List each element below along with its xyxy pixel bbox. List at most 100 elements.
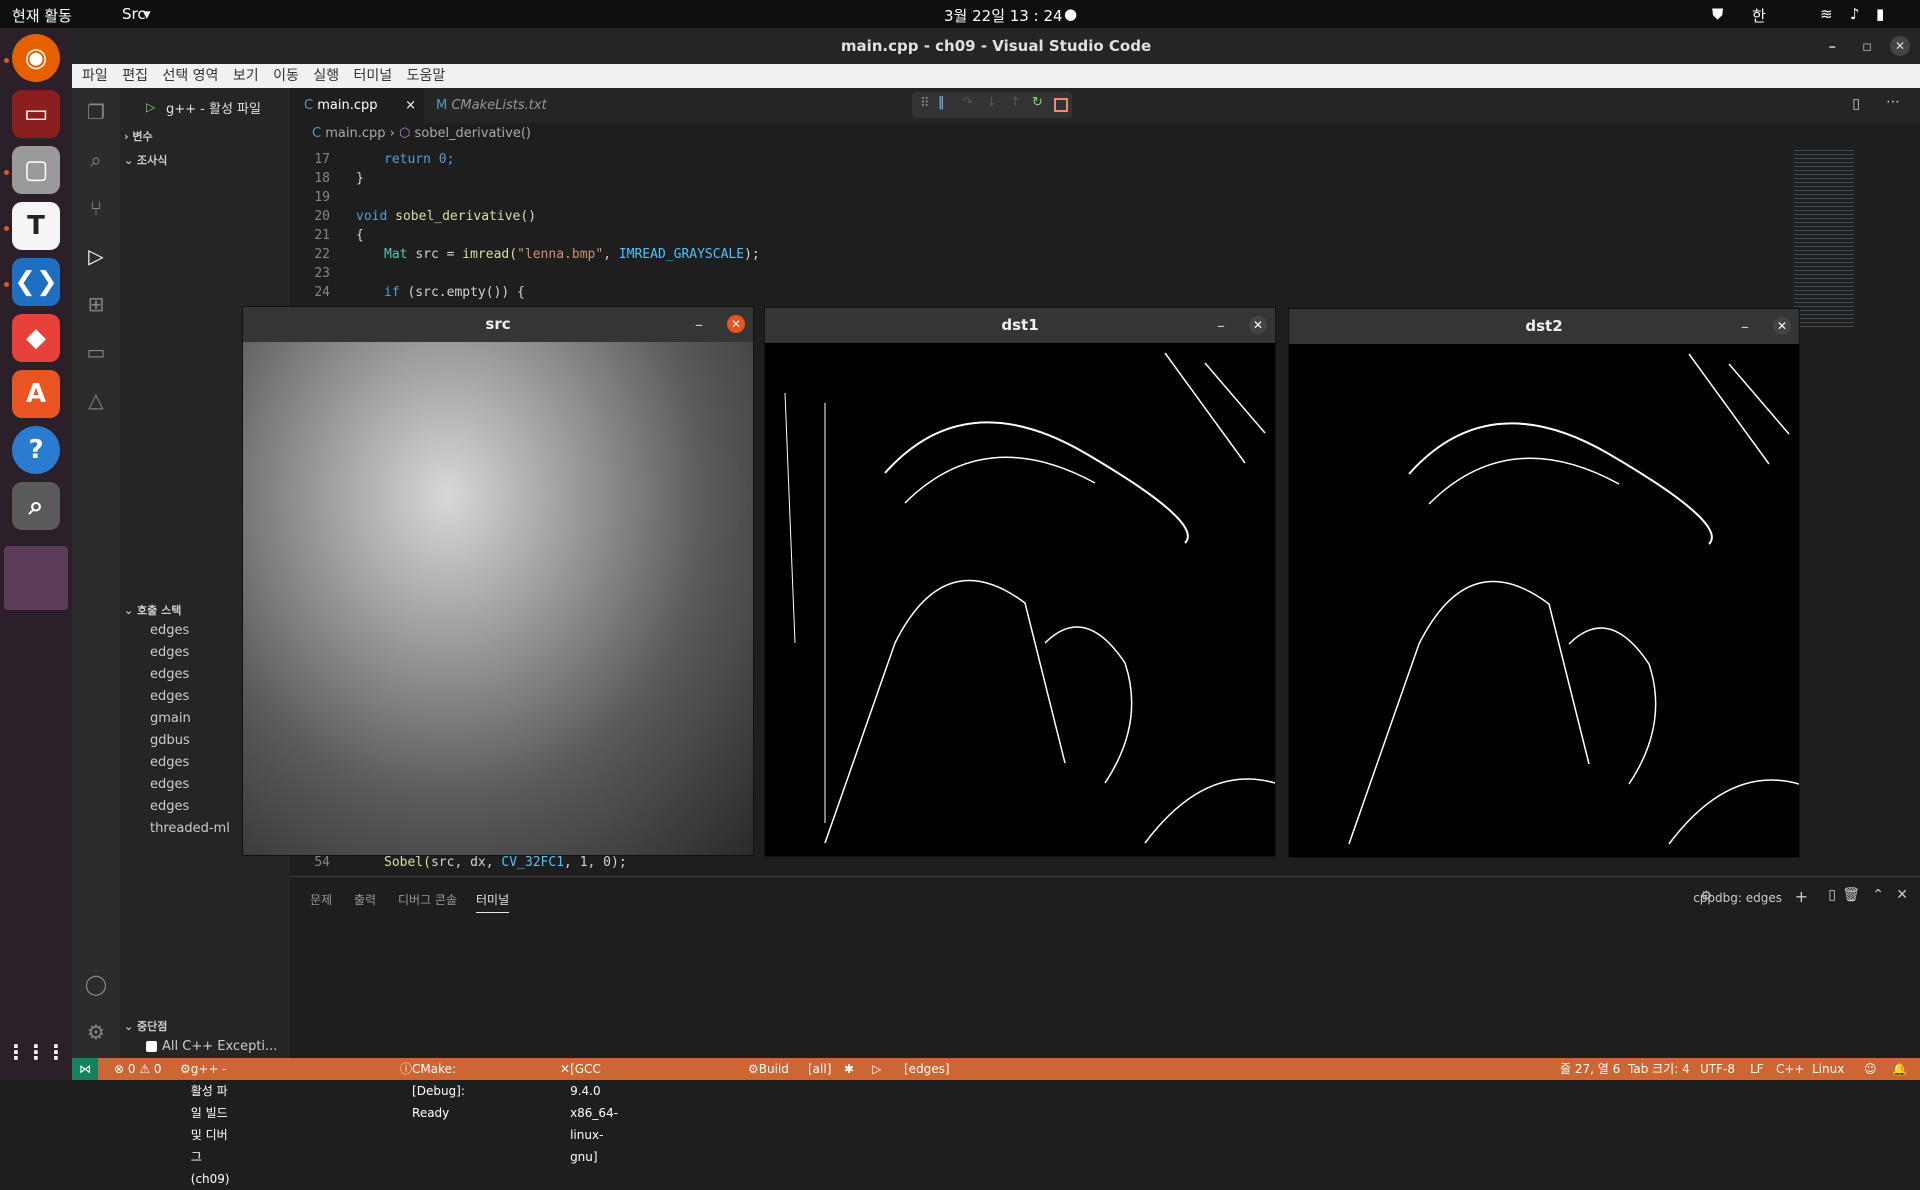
debug-bug-icon[interactable]: ✱ xyxy=(844,1058,854,1080)
activities-button[interactable]: 현재 활동 xyxy=(12,5,72,26)
firefox-icon[interactable]: ◉ xyxy=(12,34,60,82)
list-item[interactable]: edges xyxy=(150,667,189,682)
language-mode[interactable]: C++ xyxy=(1776,1058,1805,1080)
close-panel-icon[interactable]: ✕ xyxy=(1896,887,1908,903)
restart-icon[interactable]: ↻ xyxy=(1032,95,1043,110)
bell-icon[interactable]: 🔔 xyxy=(1892,1058,1907,1080)
menu-help[interactable]: 도움말 xyxy=(407,64,446,88)
breakpoints-section[interactable]: ⌄ 중단점 xyxy=(124,1018,167,1034)
opencv-window-icon[interactable] xyxy=(4,546,68,610)
menu-terminal[interactable]: 터미널 xyxy=(354,64,393,88)
new-terminal-icon[interactable]: + xyxy=(1795,887,1808,906)
debug-config-status[interactable]: ⚙ g++ - 활성 파일 빌드 및 디버그 (ch09) xyxy=(180,1058,230,1186)
show-apps-icon[interactable]: ⋮⋮⋮ xyxy=(6,1028,66,1076)
remote-icon[interactable]: ⋈ xyxy=(72,1058,98,1080)
list-item[interactable]: edges xyxy=(150,645,189,660)
menu-file[interactable]: 파일 xyxy=(82,64,108,88)
list-item[interactable]: edges xyxy=(150,799,189,814)
software-center-icon[interactable]: A xyxy=(12,370,60,418)
run-debug-icon[interactable]: ▷ xyxy=(84,244,108,268)
minimize-icon[interactable]: – xyxy=(1217,316,1225,335)
eol[interactable]: LF xyxy=(1750,1058,1764,1080)
debug-config-select[interactable]: g++ - 활성 파일 xyxy=(166,98,261,117)
close-icon[interactable]: ✕ xyxy=(1249,316,1267,334)
list-item[interactable]: edges xyxy=(150,689,189,704)
image-viewer-icon[interactable]: ⌕ xyxy=(12,482,60,530)
menu-go[interactable]: 이동 xyxy=(273,64,299,88)
os-status[interactable]: Linux xyxy=(1812,1058,1844,1080)
search-icon[interactable]: ⌕ xyxy=(84,148,108,172)
problems-count[interactable]: ⊗ 0 ⚠ 0 xyxy=(114,1058,162,1080)
minimize-icon[interactable]: – xyxy=(695,315,703,334)
maximize-panel-icon[interactable]: ⌃ xyxy=(1872,887,1884,903)
minimap[interactable] xyxy=(1790,145,1910,875)
tab-output[interactable]: 출력 xyxy=(354,891,376,908)
breadcrumb-file[interactable]: main.cpp xyxy=(325,126,385,141)
list-item[interactable]: edges xyxy=(150,777,189,792)
build-button[interactable]: ⚙ Build xyxy=(748,1058,789,1080)
close-icon[interactable]: ✕ xyxy=(1890,36,1910,56)
list-item[interactable]: gmain xyxy=(150,711,191,726)
pause-icon[interactable]: ‖ xyxy=(938,95,945,110)
files-icon[interactable]: ▢ xyxy=(12,146,60,194)
build-target[interactable]: [all] xyxy=(808,1058,831,1080)
list-item[interactable]: threaded-ml xyxy=(150,821,230,836)
tab-problems[interactable]: 문제 xyxy=(310,891,332,908)
help-icon[interactable]: ? xyxy=(12,426,60,474)
cmake-icon[interactable]: △ xyxy=(84,388,108,412)
step-into-icon[interactable]: ↓ xyxy=(986,95,997,110)
kit-status[interactable]: ✕ [GCC 9.4.0 x86_64-linux-gnu] xyxy=(560,1058,618,1164)
battery-icon[interactable]: ▮ xyxy=(1876,5,1884,23)
git-app-icon[interactable]: ◆ xyxy=(12,314,60,362)
settings-gear-icon[interactable]: ⚙ xyxy=(84,1020,108,1044)
explorer-icon[interactable]: ❐ xyxy=(84,100,108,124)
chevron-down-icon[interactable]: ▾ xyxy=(143,5,151,23)
split-editor-icon[interactable]: ▯ xyxy=(1852,96,1860,112)
variables-section[interactable]: › 변수 xyxy=(124,128,153,144)
opencv-window-dst2[interactable]: dst2 – ✕ xyxy=(1288,308,1800,858)
list-item[interactable]: edges xyxy=(150,755,189,770)
step-out-icon[interactable]: ↑ xyxy=(1010,95,1021,110)
callstack-section[interactable]: ⌄ 호출 스택 xyxy=(124,602,181,618)
text-editor-icon[interactable]: T xyxy=(12,202,60,250)
account-icon[interactable]: ◯ xyxy=(84,972,108,996)
wifi-icon[interactable]: ≋ xyxy=(1820,5,1833,23)
trash-icon[interactable]: 🗑 xyxy=(1842,887,1860,903)
stop-icon[interactable] xyxy=(1054,98,1068,112)
cursor-position[interactable]: 줄 27, 열 6 xyxy=(1560,1058,1620,1080)
menu-view[interactable]: 보기 xyxy=(233,64,259,88)
terminal-session[interactable]: cppdbg: edges xyxy=(1693,891,1782,905)
menu-selection[interactable]: 선택 영역 xyxy=(162,64,218,88)
encoding[interactable]: UTF-8 xyxy=(1700,1058,1735,1080)
drag-handle-icon[interactable]: ⠿ xyxy=(920,96,930,111)
tab-main-cpp[interactable]: C main.cpp × xyxy=(290,88,424,123)
tab-terminal[interactable]: 터미널 xyxy=(476,891,510,913)
menu-run[interactable]: 실행 xyxy=(313,64,339,88)
close-tab-icon[interactable]: × xyxy=(405,88,416,123)
opencv-window-src[interactable]: src – ✕ xyxy=(242,306,754,856)
source-control-icon[interactable]: ⑂ xyxy=(84,196,108,220)
extensions-icon[interactable]: ⊞ xyxy=(84,292,108,316)
breakpoint-item[interactable]: All C++ Excepti... xyxy=(162,1039,277,1054)
opencv-window-dst1[interactable]: dst1 – ✕ xyxy=(764,307,1276,857)
close-icon[interactable]: ✕ xyxy=(727,315,745,333)
split-terminal-icon[interactable]: ▯ xyxy=(1828,887,1836,903)
tab-cmakelists[interactable]: M CMakeLists.txt xyxy=(424,88,556,123)
maximize-icon[interactable]: ▫ xyxy=(1862,28,1872,64)
more-actions-icon[interactable]: ⋯ xyxy=(1886,94,1900,110)
feedback-icon[interactable]: ☺ xyxy=(1864,1058,1877,1080)
watch-section[interactable]: ⌄ 조사식 xyxy=(124,152,167,168)
step-over-icon[interactable]: ↷ xyxy=(962,95,973,110)
breadcrumb-symbol[interactable]: sobel_derivative() xyxy=(414,126,531,141)
list-item[interactable]: gdbus xyxy=(150,733,190,748)
minimize-icon[interactable]: – xyxy=(1741,317,1749,336)
launch-target[interactable]: [edges] xyxy=(904,1058,950,1080)
start-debug-icon[interactable]: ▷ xyxy=(146,100,155,114)
launch-play-icon[interactable]: ▷ xyxy=(872,1058,881,1080)
vscode-icon[interactable]: ❮❯ xyxy=(12,258,60,306)
close-icon[interactable]: ✕ xyxy=(1773,317,1791,335)
volume-icon[interactable]: ♪ xyxy=(1850,5,1860,23)
shield-icon[interactable]: ⛊ xyxy=(1712,5,1723,23)
minimize-icon[interactable]: – xyxy=(1829,28,1837,64)
menu-edit[interactable]: 편집 xyxy=(122,64,148,88)
